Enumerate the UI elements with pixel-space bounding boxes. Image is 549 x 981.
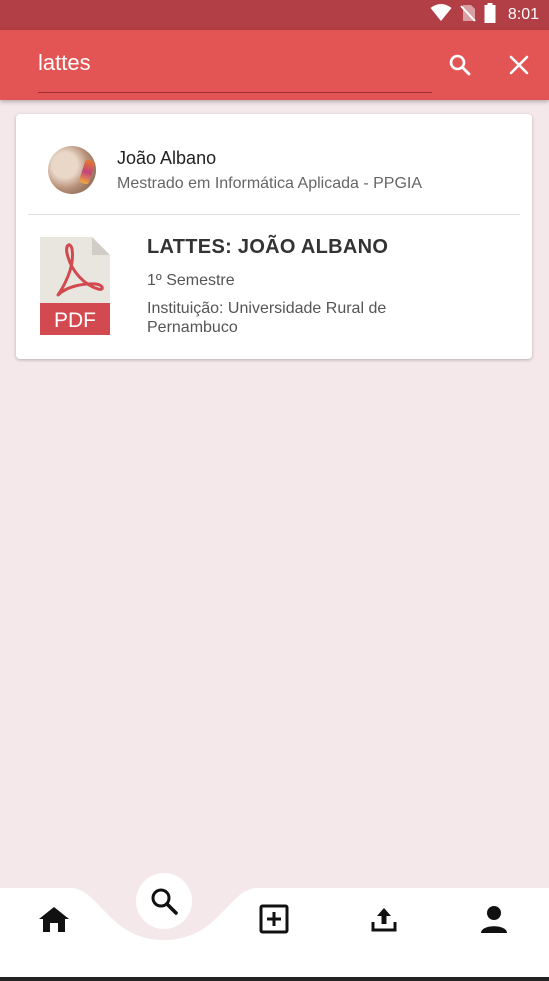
pdf-label: PDF (54, 309, 96, 332)
no-sim-icon (460, 4, 476, 27)
home-icon[interactable] (34, 899, 74, 939)
upload-icon[interactable] (364, 899, 404, 939)
divider (28, 214, 520, 215)
document-institution: Instituição: Universidade Rural de Perna… (147, 300, 387, 336)
search-icon[interactable] (144, 881, 184, 921)
wifi-icon (430, 3, 452, 27)
bottom-nav (0, 870, 549, 981)
person-icon[interactable] (474, 899, 514, 939)
search-underline (38, 92, 432, 93)
add-box-icon[interactable] (254, 899, 294, 939)
document-semester: 1º Semestre (147, 272, 235, 289)
close-icon[interactable] (504, 50, 534, 80)
app-bar (0, 30, 549, 100)
avatar[interactable] (48, 146, 96, 194)
pdf-icon[interactable]: PDF (40, 237, 110, 335)
user-subtitle: Mestrado em Informática Aplicada - PPGIA (117, 175, 423, 192)
document-title[interactable]: LATTES: JOÃO ALBANO (147, 236, 388, 259)
user-name[interactable]: João Albano (117, 148, 216, 169)
search-icon[interactable] (445, 50, 475, 80)
bottom-edge (0, 977, 549, 981)
battery-icon (484, 2, 496, 28)
status-bar: 8:01 (0, 0, 549, 30)
search-input[interactable] (38, 48, 432, 78)
status-time: 8:01 (507, 6, 539, 23)
results-card: João Albano Mestrado em Informática Apli… (16, 114, 532, 359)
